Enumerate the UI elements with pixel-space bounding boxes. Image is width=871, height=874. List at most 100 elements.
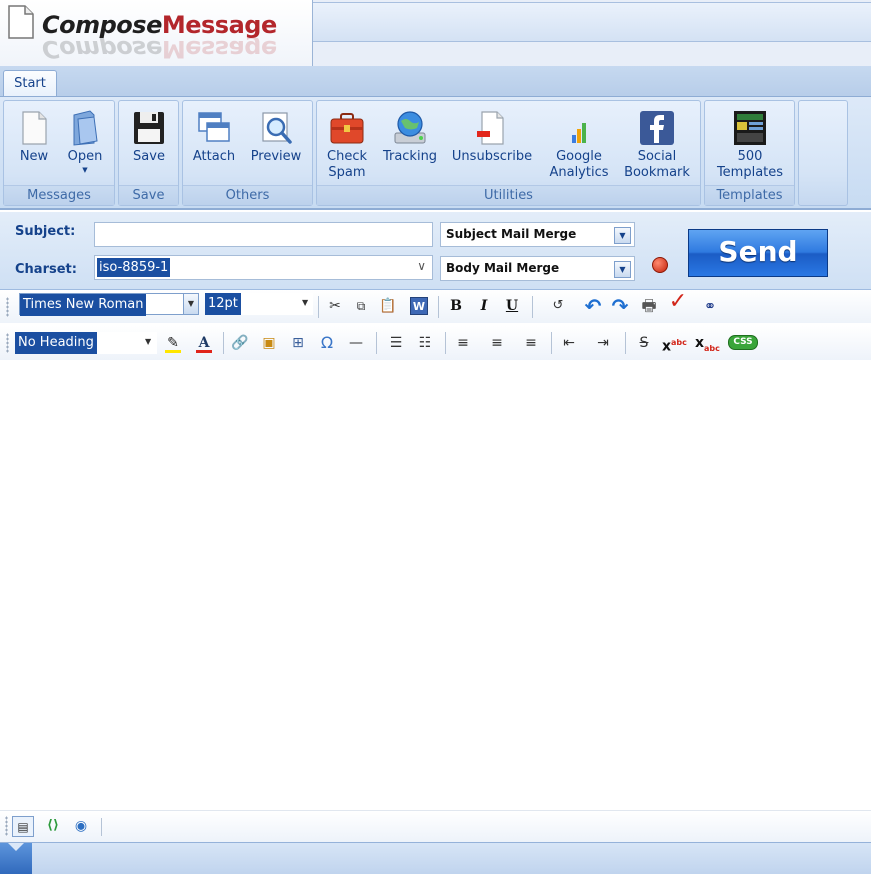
horizontal-rule-icon[interactable]: — bbox=[346, 333, 366, 353]
toolbar-separator bbox=[376, 332, 377, 354]
chevron-down-icon: ∨ bbox=[417, 259, 426, 273]
redo-icon[interactable]: ↷ bbox=[610, 296, 630, 316]
status-tab[interactable] bbox=[0, 843, 32, 874]
font-size-select[interactable]: 12pt ▼ bbox=[205, 293, 313, 315]
open-dropdown-icon[interactable]: ▼ bbox=[62, 165, 108, 175]
status-bar bbox=[0, 842, 871, 874]
html-mode-icon[interactable]: ⟨⟩ bbox=[43, 816, 63, 836]
preview-mode-icon[interactable]: ◉ bbox=[71, 816, 91, 836]
cut-icon[interactable]: ✂ bbox=[325, 296, 345, 316]
insert-image-icon[interactable]: ▣ bbox=[259, 333, 279, 353]
bold-button[interactable]: B bbox=[446, 296, 466, 316]
special-character-icon[interactable]: Ω bbox=[317, 333, 337, 353]
group-label-messages: Messages bbox=[4, 185, 114, 205]
charset-select[interactable]: iso-8859-1 ∨ bbox=[94, 255, 433, 280]
page-title-reflection: ComposeMessage bbox=[42, 38, 277, 60]
check-spam-label-2: Spam bbox=[328, 165, 366, 180]
underline-button[interactable]: U bbox=[502, 296, 522, 316]
refresh-icon[interactable]: ↺ bbox=[548, 296, 568, 316]
body-mail-merge-select[interactable]: Body Mail Merge ▼ bbox=[440, 256, 635, 281]
save-button[interactable]: Save bbox=[129, 109, 169, 165]
group-label-save: Save bbox=[119, 185, 178, 205]
preview-magnifier-icon bbox=[262, 112, 292, 144]
page-title-part1: Compose bbox=[42, 11, 162, 39]
ribbon-group-templates: 500 Templates Templates bbox=[704, 100, 795, 206]
highlight-color-icon[interactable]: ✎ bbox=[163, 333, 183, 353]
subject-input[interactable] bbox=[94, 222, 433, 247]
css-button[interactable]: CSS bbox=[728, 335, 758, 350]
editor-toolbar-2: No Heading ▼ ✎ A 🔗 ▣ ⊞ Ω — ☰ ☷ ≡ ≡ ≡ ⇤ ⇥… bbox=[0, 326, 871, 360]
dropdown-arrow-icon[interactable]: ▼ bbox=[614, 261, 631, 278]
ribbon-group-messages: New Open ▼ Messages bbox=[3, 100, 115, 206]
google-analytics-label-2: Analytics bbox=[549, 165, 609, 180]
spam-briefcase-icon bbox=[330, 113, 364, 144]
find-binoculars-icon[interactable]: ⚭ bbox=[700, 296, 720, 316]
toolbar-grip[interactable] bbox=[6, 333, 9, 353]
toolbar-separator bbox=[625, 332, 626, 354]
undo-icon[interactable]: ↶ bbox=[583, 296, 603, 316]
align-left-icon[interactable]: ≡ bbox=[453, 333, 473, 353]
copy-icon[interactable]: ⧉ bbox=[351, 296, 371, 316]
indent-icon[interactable]: ⇥ bbox=[593, 333, 613, 353]
document-icon bbox=[8, 5, 34, 39]
social-bookmark-button[interactable]: Social Bookmark bbox=[619, 109, 695, 181]
ribbon-group-empty bbox=[798, 100, 848, 206]
toolbar-grip[interactable] bbox=[5, 816, 8, 836]
page-title: ComposeMessage bbox=[42, 11, 277, 39]
heading-value: No Heading bbox=[15, 332, 97, 354]
font-color-icon[interactable]: A bbox=[194, 333, 214, 353]
attach-button[interactable]: Attach bbox=[189, 109, 239, 165]
italic-button[interactable]: I bbox=[474, 296, 494, 316]
print-icon[interactable]: 🖶 bbox=[639, 296, 659, 316]
strikethrough-icon[interactable]: S bbox=[634, 333, 654, 353]
unordered-list-icon[interactable]: ☷ bbox=[415, 333, 435, 353]
toolbar-separator bbox=[101, 818, 102, 836]
title-bar: ComposeMessage ComposeMessage bbox=[0, 0, 871, 66]
title-panel: ComposeMessage ComposeMessage bbox=[0, 0, 313, 66]
subject-mail-merge-select[interactable]: Subject Mail Merge ▼ bbox=[440, 222, 635, 247]
message-fields: Subject: Charset: iso-8859-1 ∨ Subject M… bbox=[0, 212, 871, 290]
unsubscribe-document-icon bbox=[477, 111, 504, 145]
preview-button[interactable]: Preview bbox=[245, 109, 307, 165]
templates-label-2: Templates bbox=[716, 165, 784, 180]
heading-select[interactable]: No Heading ▼ bbox=[15, 332, 157, 354]
subject-mail-merge-label: Subject Mail Merge bbox=[446, 227, 577, 241]
tracking-label: Tracking bbox=[382, 149, 438, 164]
font-family-select[interactable]: Times New Roman ▼ bbox=[19, 293, 199, 316]
editor-mode-bar: ▤ ⟨⟩ ◉ bbox=[0, 810, 871, 842]
facebook-icon bbox=[640, 111, 674, 145]
new-document-icon bbox=[22, 111, 47, 145]
align-center-icon[interactable]: ≡ bbox=[487, 333, 507, 353]
design-mode-icon[interactable]: ▤ bbox=[12, 816, 34, 837]
send-button[interactable]: Send bbox=[688, 229, 828, 277]
ordered-list-icon[interactable]: ☰ bbox=[386, 333, 406, 353]
open-button[interactable]: Open ▼ bbox=[62, 109, 108, 175]
toolbar-grip[interactable] bbox=[6, 297, 9, 317]
group-label-templates: Templates bbox=[705, 185, 794, 205]
insert-link-icon[interactable]: 🔗 bbox=[230, 333, 250, 353]
google-analytics-button[interactable]: Google Analytics bbox=[543, 109, 615, 181]
spellcheck-icon[interactable]: ✓ bbox=[668, 291, 688, 313]
page-title-reflection-part1: Compose bbox=[42, 38, 162, 60]
help-icon[interactable] bbox=[652, 257, 668, 273]
dropdown-arrow-icon[interactable]: ▼ bbox=[614, 227, 631, 244]
outdent-icon[interactable]: ⇤ bbox=[559, 333, 579, 353]
tracking-button[interactable]: Tracking bbox=[377, 109, 443, 165]
group-label-others: Others bbox=[183, 185, 312, 205]
paste-from-word-icon[interactable]: W bbox=[410, 297, 428, 315]
paste-icon[interactable]: 📋 bbox=[378, 296, 398, 316]
superscript-icon[interactable]: xabc bbox=[662, 333, 687, 355]
editor-content-area[interactable] bbox=[0, 361, 871, 810]
check-spam-button[interactable]: Check Spam bbox=[321, 109, 373, 181]
group-label-utilities: Utilities bbox=[317, 185, 700, 205]
body-mail-merge-label: Body Mail Merge bbox=[446, 261, 560, 275]
align-right-icon[interactable]: ≡ bbox=[521, 333, 541, 353]
unsubscribe-button[interactable]: Unsubscribe bbox=[447, 109, 537, 165]
new-button[interactable]: New bbox=[14, 109, 54, 165]
subscript-icon[interactable]: xabc bbox=[695, 333, 720, 353]
templates-button[interactable]: 500 Templates bbox=[711, 109, 789, 181]
tab-start[interactable]: Start bbox=[3, 70, 57, 98]
insert-table-icon[interactable]: ⊞ bbox=[288, 333, 308, 353]
analytics-bars-icon bbox=[572, 123, 586, 143]
attach-windows-icon bbox=[198, 112, 230, 142]
